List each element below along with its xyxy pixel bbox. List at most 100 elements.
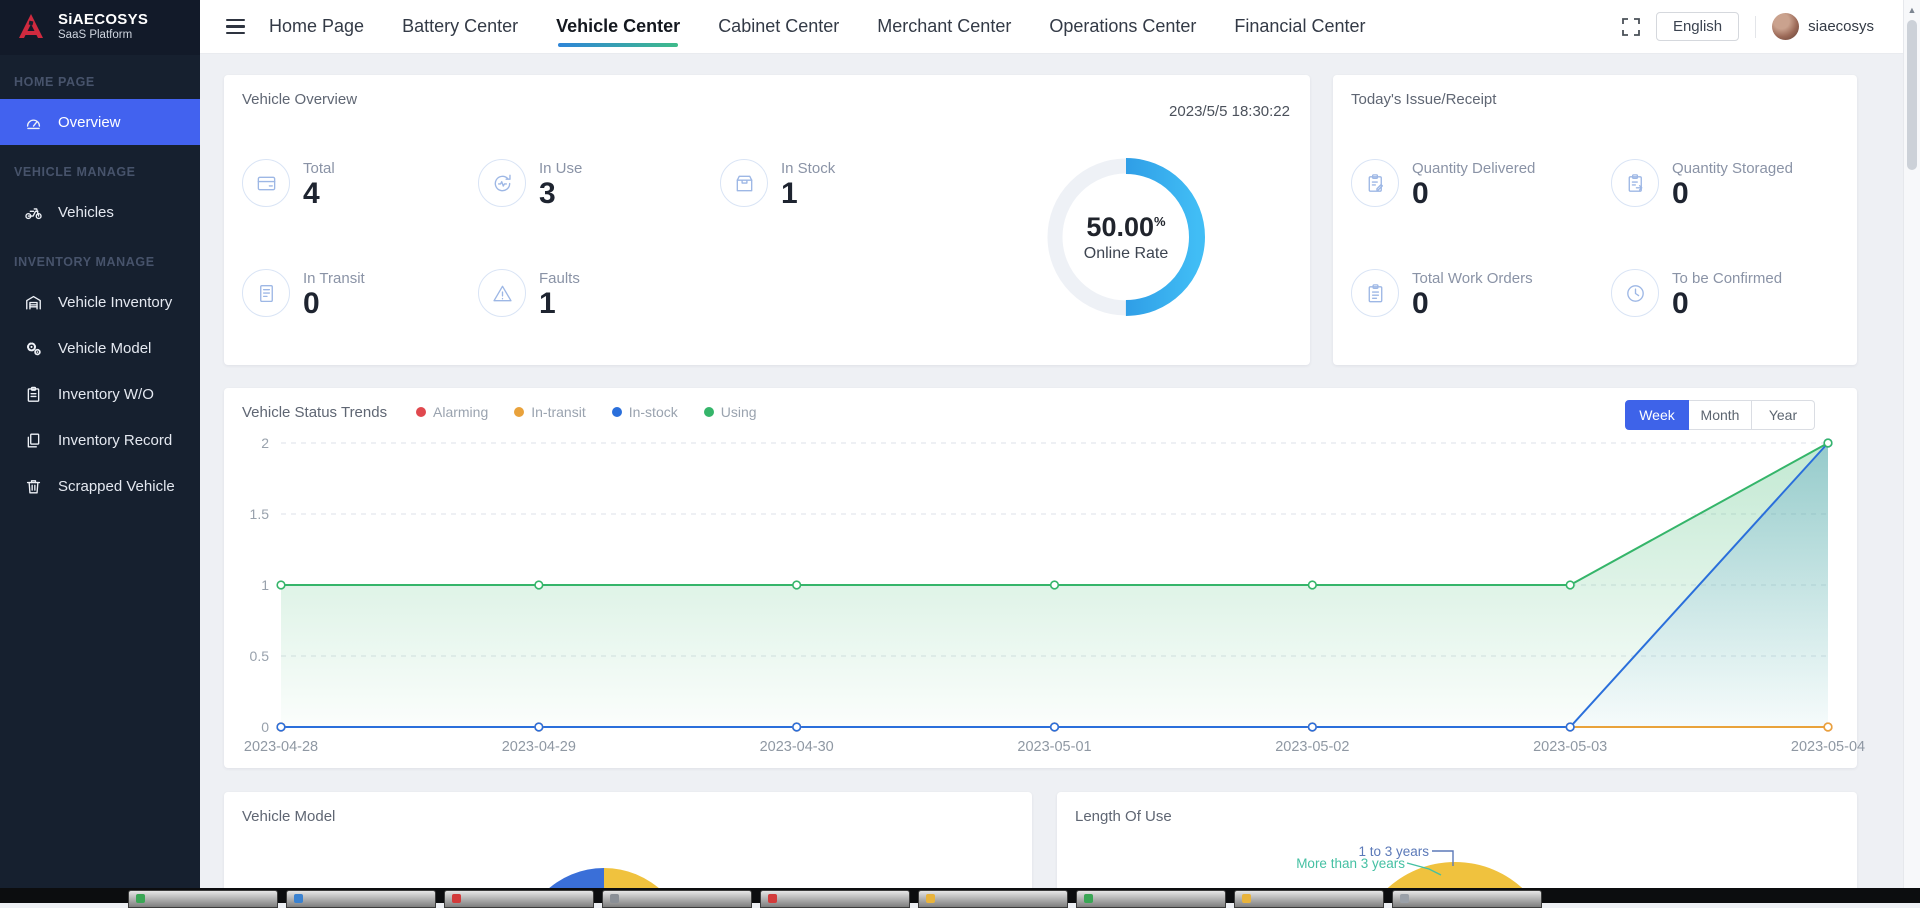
stat-quantity-storaged: Quantity Storaged 0 bbox=[1611, 159, 1793, 212]
sidebar-item-overview[interactable]: Overview bbox=[0, 99, 200, 145]
sidebar-item-scrapped-vehicle[interactable]: Scrapped Vehicle bbox=[0, 463, 200, 509]
taskbar-window-button[interactable] bbox=[286, 890, 436, 908]
menu-toggle-icon[interactable] bbox=[226, 18, 245, 35]
nav-financial-center[interactable]: Financial Center bbox=[1234, 16, 1365, 37]
stat-label: Total bbox=[303, 160, 335, 177]
nav-merchant-center[interactable]: Merchant Center bbox=[877, 16, 1011, 37]
user-menu[interactable]: siaecosys bbox=[1772, 13, 1874, 40]
stat-icon-circle bbox=[478, 269, 526, 317]
app-logo[interactable]: SiAECOSYS SaaS Platform bbox=[0, 0, 200, 55]
online-rate-value: 50.00% bbox=[1086, 211, 1166, 242]
range-button-week[interactable]: Week bbox=[1625, 400, 1689, 430]
topbar-right: English siaecosys bbox=[1622, 12, 1904, 41]
sidebar-item-label: Scrapped Vehicle bbox=[58, 477, 175, 495]
taskbar-window-button[interactable] bbox=[1392, 890, 1542, 908]
svg-text:2023-04-29: 2023-04-29 bbox=[502, 739, 576, 755]
taskbar-window-button[interactable] bbox=[1234, 890, 1384, 908]
stat-icon-circle bbox=[242, 159, 290, 207]
taskbar-window-button[interactable] bbox=[128, 890, 278, 908]
legend-label: Alarming bbox=[433, 404, 489, 420]
taskbar-app-icon bbox=[610, 894, 619, 903]
taskbar-app-icon bbox=[768, 894, 777, 903]
pie-label: More than 3 years bbox=[1296, 856, 1405, 871]
sidebar-item-vehicle-model[interactable]: Vehicle Model bbox=[0, 325, 200, 371]
card-title: Today's Issue/Receipt bbox=[1351, 91, 1497, 108]
taskbar-window-button[interactable] bbox=[602, 890, 752, 908]
sidebar-item-label: Overview bbox=[58, 113, 121, 131]
brand-logo-icon bbox=[19, 13, 43, 38]
scroll-up-arrow[interactable]: ▲ bbox=[1904, 0, 1920, 15]
sidebar: SiAECOSYS SaaS Platform HOME PAGE Overvie… bbox=[0, 0, 200, 888]
taskbar-window-button[interactable] bbox=[918, 890, 1068, 908]
svg-text:1.5: 1.5 bbox=[250, 506, 270, 522]
stat-value: 0 bbox=[1672, 287, 1689, 320]
brand-title: SiAECOSYS bbox=[58, 11, 149, 29]
sidebar-item-label: Vehicle Model bbox=[58, 339, 152, 357]
length-of-use-card: Length Of Use 1 to 3 years More than 3 y… bbox=[1057, 792, 1857, 888]
nav-operations-center[interactable]: Operations Center bbox=[1049, 16, 1196, 37]
taskbar-window-button[interactable] bbox=[760, 890, 910, 908]
sidebar-section-header: INVENTORY MANAGE bbox=[14, 255, 155, 269]
donut-center: 50.00% Online Rate bbox=[1036, 147, 1216, 327]
divider bbox=[1755, 15, 1757, 38]
gears-icon bbox=[27, 341, 41, 355]
stat-label: In Stock bbox=[781, 160, 836, 177]
username: siaecosys bbox=[1808, 18, 1874, 35]
legend-in-stock[interactable]: In-stock bbox=[611, 404, 678, 420]
nav-cabinet-center[interactable]: Cabinet Center bbox=[718, 16, 839, 37]
svg-text:1: 1 bbox=[261, 577, 269, 593]
stat-value: 0 bbox=[1672, 177, 1689, 210]
warning-icon bbox=[492, 285, 512, 301]
taskbar-app-icon bbox=[926, 894, 935, 903]
trends-legend: Alarming In-transit In-stock Using bbox=[416, 404, 757, 420]
stat-label: To be Confirmed bbox=[1672, 270, 1783, 287]
card-title: Vehicle Model bbox=[242, 808, 336, 825]
language-button[interactable]: English bbox=[1655, 12, 1740, 41]
stat-value: 1 bbox=[539, 287, 556, 320]
pie-leader-lines bbox=[1406, 850, 1454, 876]
sidebar-item-inventory-record[interactable]: Inventory Record bbox=[0, 417, 200, 463]
sidebar-item-label: Vehicle Inventory bbox=[58, 293, 173, 311]
stat-value: 4 bbox=[303, 177, 320, 210]
nav-battery-center[interactable]: Battery Center bbox=[402, 16, 518, 37]
clipboard-icon bbox=[27, 386, 40, 402]
clip-lines-icon bbox=[1368, 283, 1382, 302]
legend-in-transit[interactable]: In-transit bbox=[514, 404, 586, 420]
sidebar-item-vehicles[interactable]: Vehicles bbox=[0, 189, 200, 235]
stat-value: 0 bbox=[1412, 287, 1429, 320]
stat-quantity-delivered: Quantity Delivered 0 bbox=[1351, 159, 1535, 212]
svg-text:0.5: 0.5 bbox=[250, 648, 270, 664]
legend-label: Using bbox=[720, 404, 757, 420]
stat-value: 3 bbox=[539, 177, 556, 210]
svg-text:2023-04-30: 2023-04-30 bbox=[760, 739, 834, 755]
clock-icon bbox=[1626, 284, 1644, 302]
range-button-month[interactable]: Month bbox=[1689, 400, 1752, 430]
taskbar-app-icon bbox=[452, 894, 461, 903]
online-rate-donut: 50.00% Online Rate bbox=[1036, 147, 1216, 327]
sidebar-item-inventory-w-o[interactable]: Inventory W/O bbox=[0, 371, 200, 417]
range-button-year[interactable]: Year bbox=[1752, 400, 1815, 430]
svg-text:2023-04-28: 2023-04-28 bbox=[244, 739, 318, 755]
legend-dot-icon bbox=[703, 407, 714, 417]
nav-vehicle-center[interactable]: Vehicle Center bbox=[556, 16, 680, 47]
taskbar-window-button[interactable] bbox=[1076, 890, 1226, 908]
stat-label: In Use bbox=[539, 160, 583, 177]
issue-receipt-card: Today's Issue/Receipt Quantity Delivered… bbox=[1333, 75, 1857, 365]
brand-text: SiAECOSYS SaaS Platform bbox=[58, 12, 148, 42]
stat-to-be-confirmed: To be Confirmed 0 bbox=[1611, 269, 1782, 322]
files-icon bbox=[27, 432, 40, 448]
scroll-thumb[interactable] bbox=[1907, 20, 1917, 170]
fullscreen-icon[interactable] bbox=[1622, 17, 1640, 36]
taskbar-app-icon bbox=[1400, 894, 1409, 903]
nav-home-page[interactable]: Home Page bbox=[269, 16, 364, 37]
sidebar-item-vehicle-inventory[interactable]: Vehicle Inventory bbox=[0, 279, 200, 325]
taskbar-app-icon bbox=[1242, 894, 1251, 903]
topbar: Home Page Battery Center Vehicle Center Cab… bbox=[200, 0, 1904, 54]
stat-icon-circle bbox=[478, 159, 526, 207]
page-scrollbar[interactable]: ▲ bbox=[1903, 0, 1920, 888]
legend-alarming[interactable]: Alarming bbox=[416, 404, 488, 420]
legend-using[interactable]: Using bbox=[703, 404, 757, 420]
vehicle-status-trends-card: Vehicle Status Trends Alarming In-transit… bbox=[224, 388, 1865, 768]
stat-in-use: In Use 3 bbox=[478, 159, 582, 212]
taskbar-window-button[interactable] bbox=[444, 890, 594, 908]
